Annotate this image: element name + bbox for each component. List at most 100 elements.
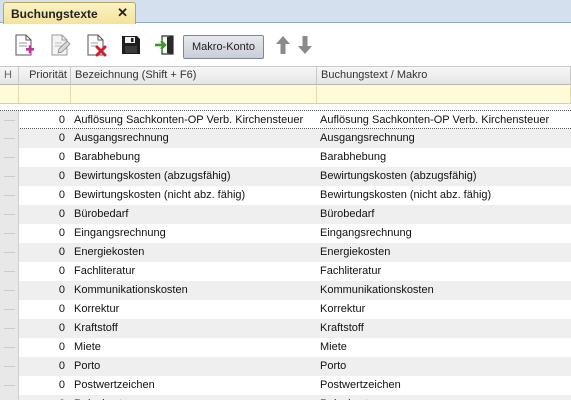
buchungstext-cell[interactable]: Bürobedarf (317, 205, 571, 224)
arrow-up-icon[interactable] (271, 33, 295, 57)
buchungstexte-grid: H Priorität Bezeichnung (Shift + F6) Buc… (0, 66, 571, 400)
filter-input-bezeichnung[interactable] (71, 85, 317, 103)
bezeichnung-cell[interactable]: Porto (71, 357, 317, 376)
buchungstext-cell[interactable]: Postwertzeichen (317, 376, 571, 395)
row-selector[interactable] (0, 262, 19, 281)
bezeichnung-cell[interactable]: Reisekosten (71, 395, 317, 400)
priority-cell[interactable]: 0 (19, 395, 71, 400)
priority-cell[interactable]: 0 (19, 111, 71, 130)
priority-cell[interactable]: 0 (19, 357, 71, 376)
table-row[interactable]: 0 Postwertzeichen Postwertzeichen (0, 376, 571, 395)
table-row[interactable]: 0 Eingangsrechnung Eingangsrechnung (0, 224, 571, 243)
table-row[interactable]: 0 Bewirtungskosten (nicht abz. fähig) Bewi… (0, 186, 571, 205)
priority-cell[interactable]: 0 (19, 300, 71, 319)
row-selector[interactable] (0, 205, 19, 224)
bezeichnung-cell[interactable]: Eingangsrechnung (71, 224, 317, 243)
buchungstext-cell[interactable]: Korrektur (317, 300, 571, 319)
tab-strip: Buchungstexte ✕ (0, 0, 571, 24)
row-selector[interactable] (0, 338, 19, 357)
edit-document-icon[interactable] (48, 33, 72, 57)
priority-cell[interactable]: 0 (19, 338, 71, 357)
buchungstext-cell[interactable]: Energiekosten (317, 243, 571, 262)
table-row[interactable]: 0ReisekostenReisekosten (0, 395, 571, 400)
row-selector[interactable] (0, 281, 19, 300)
priority-cell[interactable]: 0 (19, 243, 71, 262)
row-selector[interactable] (0, 376, 19, 395)
row-selector[interactable] (0, 319, 19, 338)
table-row[interactable]: 0 Ausgangsrechnung Ausgangsrechnung (0, 129, 571, 148)
row-selector[interactable] (0, 300, 19, 319)
new-document-icon[interactable] (12, 33, 36, 57)
bezeichnung-cell[interactable]: Bewirtungskosten (nicht abz. fähig) (71, 186, 317, 205)
bezeichnung-cell[interactable]: Kommunikationskosten (71, 281, 317, 300)
save-icon[interactable] (119, 33, 143, 57)
priority-cell[interactable]: 0 (19, 148, 71, 167)
tab-buchungstexte[interactable]: Buchungstexte ✕ (3, 2, 136, 24)
bezeichnung-cell[interactable]: Ausgangsrechnung (71, 129, 317, 148)
delete-document-icon[interactable] (84, 33, 108, 57)
table-row[interactable]: 0 Bürobedarf Bürobedarf (0, 205, 571, 224)
row-selector[interactable] (0, 395, 19, 400)
buchungstext-cell[interactable]: Auflösung Sachkonten-OP Verb. Kirchenste… (317, 111, 571, 130)
priority-cell[interactable]: 0 (19, 262, 71, 281)
exit-icon[interactable] (153, 33, 177, 57)
table-row[interactable]: 0 Bewirtungskosten (abzugsfähig) Bewirtung… (0, 167, 571, 186)
bezeichnung-cell[interactable]: Kraftstoff (71, 319, 317, 338)
buchungstext-cell[interactable]: Eingangsrechnung (317, 224, 571, 243)
table-row[interactable]: 0 Barabhebung Barabhebung (0, 148, 571, 167)
column-header-priority[interactable]: Priorität (19, 67, 71, 85)
row-selector[interactable] (0, 148, 19, 167)
table-row[interactable]: 0 Fachliteratur Fachliteratur (0, 262, 571, 281)
row-selector[interactable] (0, 357, 19, 376)
bezeichnung-cell[interactable]: Fachliteratur (71, 262, 317, 281)
buchungstext-cell[interactable]: Bewirtungskosten (abzugsfähig) (317, 167, 571, 186)
table-row[interactable]: 0 Miete Miete (0, 338, 571, 357)
filter-input-priority[interactable] (19, 85, 71, 103)
buchungstext-cell[interactable]: Bewirtungskosten (nicht abz. fähig) (317, 186, 571, 205)
row-selector[interactable] (0, 111, 19, 130)
table-row[interactable]: 0 Kommunikationskosten Kommunikationskoste… (0, 281, 571, 300)
buchungstext-cell[interactable]: Miete (317, 338, 571, 357)
table-row[interactable]: 0 Korrektur Korrektur (0, 300, 571, 319)
buchungstext-cell[interactable]: Fachliteratur (317, 262, 571, 281)
buchungstext-cell[interactable]: Kraftstoff (317, 319, 571, 338)
buchungstext-cell[interactable]: Kommunikationskosten (317, 281, 571, 300)
priority-cell[interactable]: 0 (19, 205, 71, 224)
row-selector[interactable] (0, 243, 19, 262)
buchungstext-cell[interactable]: Barabhebung (317, 148, 571, 167)
buchungstext-cell[interactable]: Reisekosten (317, 395, 571, 400)
bezeichnung-cell[interactable]: Barabhebung (71, 148, 317, 167)
table-row[interactable]: 0 Auflösung Sachkonten-OP Verb. Kirchenst… (0, 110, 571, 130)
bezeichnung-cell[interactable]: Auflösung Sachkonten-OP Verb. Kirchenste… (71, 111, 317, 130)
bezeichnung-cell[interactable]: Energiekosten (71, 243, 317, 262)
row-selector[interactable] (0, 224, 19, 243)
priority-cell[interactable]: 0 (19, 376, 71, 395)
priority-cell[interactable]: 0 (19, 186, 71, 205)
bezeichnung-cell[interactable]: Bürobedarf (71, 205, 317, 224)
priority-cell[interactable]: 0 (19, 129, 71, 148)
tab-label: Buchungstexte (11, 6, 98, 21)
makro-konto-button[interactable]: Makro-Konto (183, 35, 264, 59)
bezeichnung-cell[interactable]: Postwertzeichen (71, 376, 317, 395)
table-row[interactable]: 0 Energiekosten Energiekosten (0, 243, 571, 262)
bezeichnung-cell[interactable]: Bewirtungskosten (abzugsfähig) (71, 167, 317, 186)
bezeichnung-cell[interactable]: Korrektur (71, 300, 317, 319)
bezeichnung-cell[interactable]: Miete (71, 338, 317, 357)
column-header-select[interactable]: H (0, 67, 19, 85)
buchungstext-cell[interactable]: Ausgangsrechnung (317, 129, 571, 148)
filter-input-buchungstext[interactable] (317, 85, 571, 103)
column-header-bezeichnung[interactable]: Bezeichnung (Shift + F6) (71, 67, 317, 85)
arrow-down-icon[interactable] (293, 33, 317, 57)
table-row[interactable]: 0 Kraftstoff Kraftstoff (0, 319, 571, 338)
priority-cell[interactable]: 0 (19, 281, 71, 300)
column-header-buchungstext[interactable]: Buchungstext / Makro (317, 67, 571, 85)
row-selector[interactable] (0, 186, 19, 205)
row-selector[interactable] (0, 167, 19, 186)
priority-cell[interactable]: 0 (19, 167, 71, 186)
buchungstext-cell[interactable]: Porto (317, 357, 571, 376)
priority-cell[interactable]: 0 (19, 224, 71, 243)
table-row[interactable]: 0 Porto Porto (0, 357, 571, 376)
close-icon[interactable]: ✕ (117, 6, 128, 20)
row-selector[interactable] (0, 129, 19, 148)
priority-cell[interactable]: 0 (19, 319, 71, 338)
